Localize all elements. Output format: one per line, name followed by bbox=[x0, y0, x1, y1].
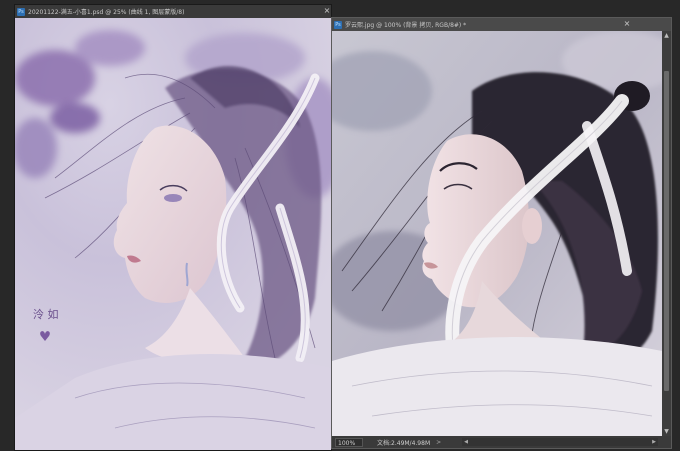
scroll-left-arrow-icon[interactable]: ◀ bbox=[462, 438, 470, 446]
document-window-photo[interactable]: Ps 罗云熙.jpg @ 100% (背景 拷贝, RGB/8#) * × ▲ … bbox=[331, 17, 672, 449]
photoshop-workspace: Ps 20201122-满五-小喜1.psd @ 25% (曲线 1, 图层蒙版… bbox=[0, 0, 680, 451]
scrollbar-thumb[interactable] bbox=[664, 71, 669, 391]
vertical-scrollbar[interactable]: ▲ ▼ bbox=[662, 31, 671, 436]
scroll-down-arrow-icon[interactable]: ▼ bbox=[662, 427, 671, 436]
photoshop-file-icon: Ps bbox=[334, 20, 342, 29]
close-tab-icon[interactable]: × bbox=[322, 6, 331, 16]
document-size-info[interactable]: 文档:2.49M/4.98M bbox=[377, 438, 430, 447]
watercolor-painting-image: 泠 如 bbox=[15, 18, 331, 450]
document-tab-title: 20201122-满五-小喜1.psd @ 25% (曲线 1, 图层蒙版/8) bbox=[28, 9, 185, 16]
scroll-right-arrow-icon[interactable]: ▶ bbox=[650, 438, 658, 446]
document-window-painting[interactable]: Ps 20201122-满五-小喜1.psd @ 25% (曲线 1, 图层蒙版… bbox=[14, 4, 332, 451]
document-canvas-painting[interactable]: 泠 如 bbox=[15, 18, 331, 450]
status-menu-arrow-icon[interactable]: > bbox=[436, 439, 441, 446]
document-canvas-photo[interactable] bbox=[332, 31, 662, 436]
status-bar: 100% 文档:2.49M/4.98M > ◀ ▶ bbox=[332, 436, 671, 448]
photoshop-file-icon: Ps bbox=[17, 7, 25, 16]
horizontal-scrollbar[interactable]: ◀ ▶ bbox=[462, 438, 658, 446]
scroll-up-arrow-icon[interactable]: ▲ bbox=[662, 31, 671, 40]
document-tab-title: 罗云熙.jpg @ 100% (背景 拷贝, RGB/8#) * bbox=[345, 22, 467, 29]
document-tab-photo[interactable]: Ps 罗云熙.jpg @ 100% (背景 拷贝, RGB/8#) * × bbox=[332, 18, 671, 31]
artist-signature: 泠 如 bbox=[33, 307, 59, 321]
zoom-level-field[interactable]: 100% bbox=[335, 437, 363, 447]
close-tab-icon[interactable]: × bbox=[622, 19, 632, 29]
reference-photo-image bbox=[332, 31, 662, 436]
document-tab-painting[interactable]: Ps 20201122-满五-小喜1.psd @ 25% (曲线 1, 图层蒙版… bbox=[15, 5, 331, 18]
